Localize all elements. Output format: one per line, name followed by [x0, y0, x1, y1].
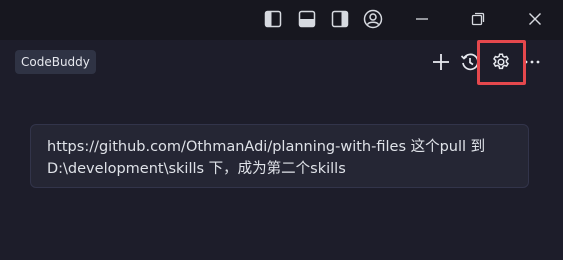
toggle-panel-icon[interactable]	[293, 5, 321, 33]
account-icon[interactable]	[359, 5, 387, 33]
settings-highlight-box	[477, 40, 526, 85]
brand-badge: CodeBuddy	[15, 50, 96, 74]
toggle-secondary-sidebar-icon[interactable]	[326, 5, 354, 33]
user-message: https://github.com/OthmanAdi/planning-wi…	[30, 124, 529, 188]
minimize-icon[interactable]	[408, 5, 436, 33]
title-bar	[0, 0, 563, 40]
toggle-primary-sidebar-icon[interactable]	[259, 5, 287, 33]
close-icon[interactable]	[521, 5, 549, 33]
restore-icon[interactable]	[464, 5, 492, 33]
add-icon[interactable]	[430, 51, 452, 73]
